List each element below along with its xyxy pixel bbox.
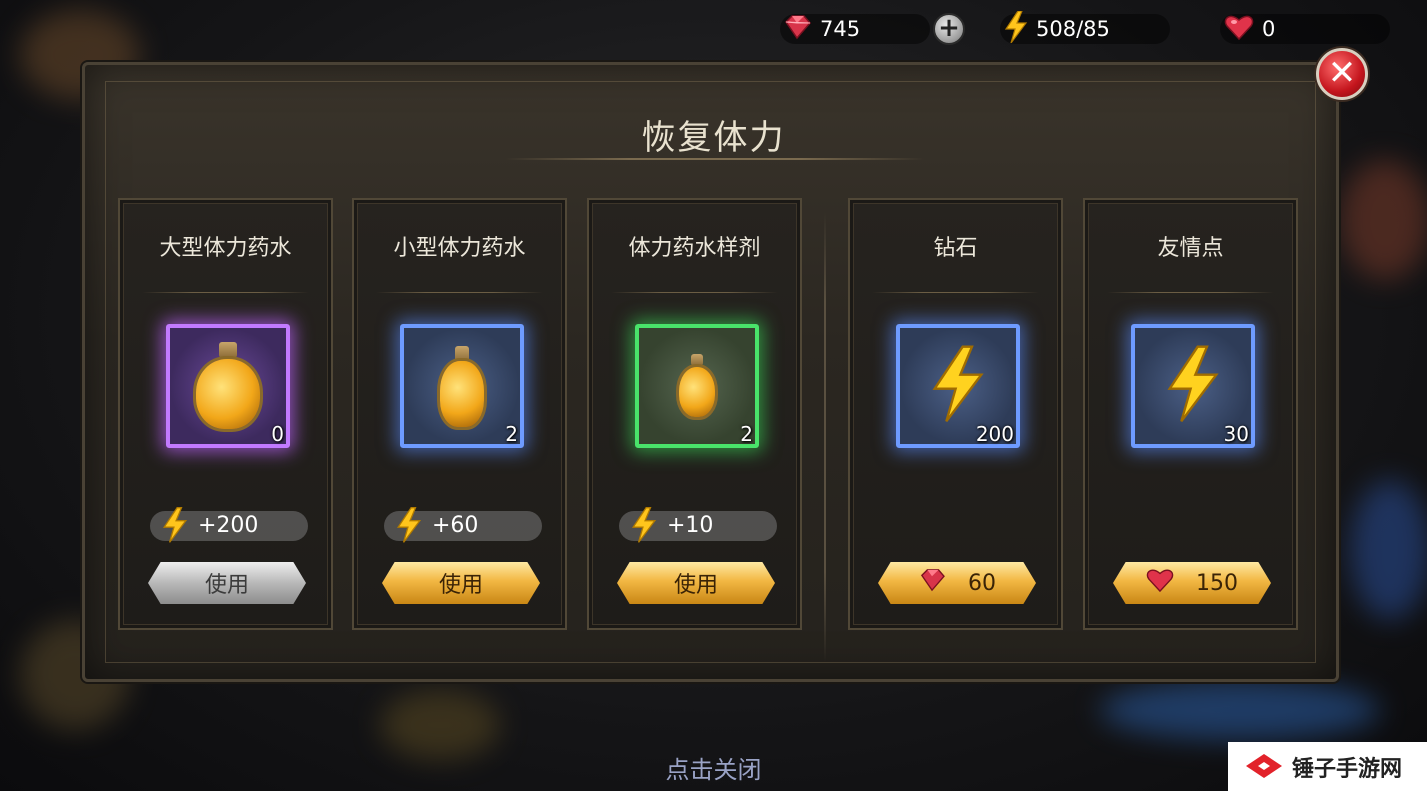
cost-label: 150 (1196, 570, 1238, 596)
item-name: 小型体力药水 (393, 236, 526, 261)
energy-bonus: +60 (384, 507, 542, 543)
add-gems-button[interactable]: + (933, 13, 965, 45)
card-separator (142, 292, 309, 293)
bonus-value: +200 (198, 513, 259, 538)
friendship-amount: 0 (1262, 17, 1276, 41)
gem-icon (918, 568, 946, 598)
small-potion-icon (440, 361, 484, 427)
card-separator (872, 292, 1039, 293)
use-sample-potion-button[interactable]: 使用 (617, 562, 775, 604)
bonus-value: +10 (667, 513, 714, 538)
lightning-icon (1004, 10, 1028, 47)
item-name: 大型体力药水 (159, 236, 292, 261)
energy-counter: 508/85 (1004, 10, 1110, 47)
card-separator (376, 292, 543, 293)
use-button-label: 使用 (438, 573, 483, 598)
purchase-name: 友情点 (1157, 236, 1224, 261)
item-card-sample-potion: 体力药水样剂 2 +10 使用 (587, 198, 802, 630)
energy-amount: 200 (975, 422, 1014, 446)
energy-slot[interactable]: 30 (1131, 324, 1255, 448)
lightning-icon (1165, 344, 1221, 428)
use-button-label: 使用 (673, 573, 718, 598)
buy-with-friendship-button[interactable]: 150 (1113, 562, 1271, 604)
heart-icon (1224, 13, 1254, 45)
card-separator (1107, 292, 1274, 293)
lightning-icon (162, 505, 188, 549)
hammer-logo-icon (1244, 748, 1284, 786)
gem-amount: 745 (820, 17, 861, 41)
item-slot[interactable]: 2 (635, 324, 759, 448)
energy-amount: 30 (1223, 422, 1249, 446)
purchase-card-gems: 钻石 200 60 (848, 198, 1063, 630)
tap-to-close-hint[interactable]: 点击关闭 (0, 750, 1427, 785)
heart-icon (1146, 567, 1174, 599)
item-slot[interactable]: 0 (166, 324, 290, 448)
energy-slot[interactable]: 200 (896, 324, 1020, 448)
purchase-card-friendship: 友情点 30 150 (1083, 198, 1298, 630)
potion-neck (219, 342, 237, 358)
title-underline (505, 158, 925, 160)
item-name: 体力药水样剂 (628, 236, 761, 261)
watermark: 锤子手游网 (1228, 742, 1427, 791)
buy-with-gems-button[interactable]: 60 (878, 562, 1036, 604)
bonus-value: +60 (432, 513, 479, 538)
card-separator (611, 292, 778, 293)
item-card-large-potion: 大型体力药水 0 +200 使用 (118, 198, 333, 630)
gem-counter: 745 (782, 13, 860, 45)
cost-label: 60 (968, 570, 996, 596)
energy-bonus: +200 (150, 507, 308, 543)
energy-bonus: +10 (619, 507, 777, 543)
lightning-icon (930, 344, 986, 428)
item-count: 2 (505, 422, 518, 446)
sample-potion-icon (679, 367, 715, 417)
close-button[interactable]: ✕ (1316, 48, 1368, 100)
close-icon: ✕ (1327, 53, 1357, 93)
friendship-counter: 0 (1224, 13, 1275, 45)
dialog-title: 恢复体力 (641, 118, 786, 158)
use-small-potion-button[interactable]: 使用 (382, 562, 540, 604)
purchase-name: 钻石 (933, 236, 978, 261)
use-large-potion-button[interactable]: 使用 (148, 562, 306, 604)
energy-amount: 508/85 (1036, 17, 1110, 41)
item-card-small-potion: 小型体力药水 2 +60 使用 (352, 198, 567, 630)
gem-icon (782, 14, 812, 44)
potion-neck (455, 346, 469, 362)
item-slot[interactable]: 2 (400, 324, 524, 448)
section-divider (824, 212, 826, 662)
watermark-text: 锤子手游网 (1292, 756, 1403, 782)
lightning-icon (631, 505, 657, 549)
large-potion-icon (196, 359, 260, 429)
item-count: 2 (740, 422, 753, 446)
use-button-label: 使用 (204, 573, 249, 598)
potion-neck (691, 354, 703, 366)
lightning-icon (396, 505, 422, 549)
item-count: 0 (271, 422, 284, 446)
